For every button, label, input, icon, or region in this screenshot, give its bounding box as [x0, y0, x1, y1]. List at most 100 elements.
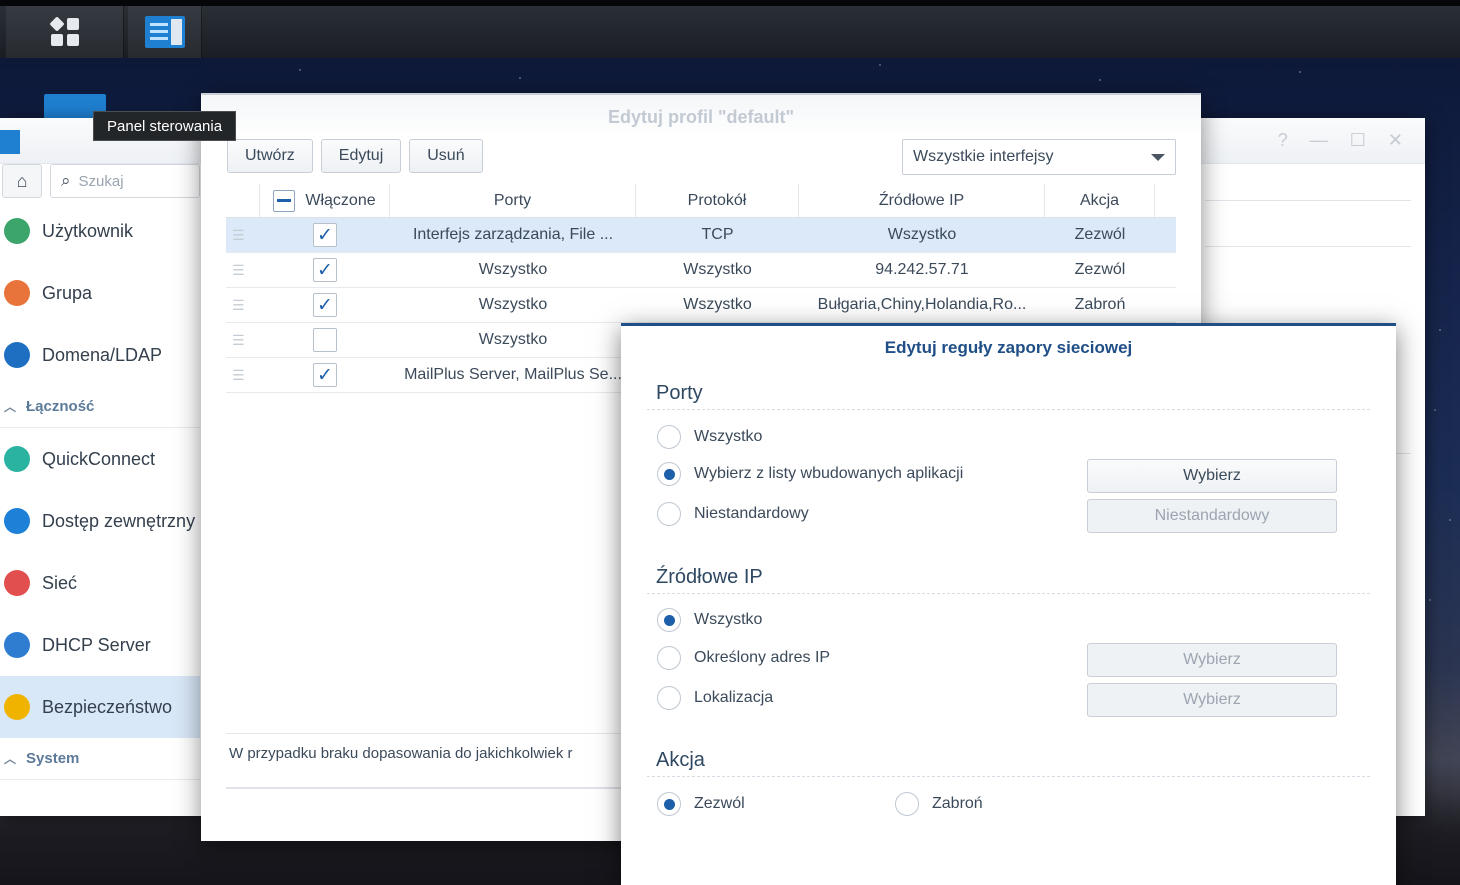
sidebar-item-label: Domena/LDAP — [42, 344, 163, 365]
column-header-protocol[interactable]: Protokół — [636, 184, 799, 217]
table-row[interactable]: ☰ ✓ Interfejs zarządzania, File ... TCP Wszy… — [226, 218, 1176, 253]
drag-handle-icon[interactable]: ☰ — [226, 297, 260, 314]
custom-ports-button[interactable]: Niestandardowy — [1087, 499, 1337, 533]
radio-button[interactable] — [657, 608, 681, 632]
protocol-cell: Wszystko — [683, 261, 752, 278]
sidebar-item-label: Bezpieczeństwo — [42, 696, 173, 717]
select-location-button[interactable]: Wybierz — [1087, 683, 1337, 717]
create-button[interactable]: Utwórz — [227, 139, 313, 173]
minimize-icon[interactable]: — — [1310, 130, 1328, 151]
drag-handle-icon[interactable]: ☰ — [226, 262, 260, 279]
drag-handle-icon[interactable]: ☰ — [226, 332, 260, 349]
sidebar-item[interactable]: Sieć — [0, 552, 200, 614]
enabled-checkbox[interactable]: ✓ — [313, 223, 337, 247]
select-ip-button[interactable]: Wybierz — [1087, 643, 1337, 677]
control-panel-sidebar: Użytkownik Grupa Domena/LDAP ︿ Łączność Quick… — [0, 200, 200, 780]
taskbar-control-panel-button[interactable] — [128, 6, 202, 58]
radio-button[interactable] — [657, 425, 681, 449]
interface-select-value: Wszystkie interfejsy — [913, 148, 1054, 165]
drag-handle-icon[interactable]: ☰ — [226, 227, 260, 244]
group-icon — [4, 280, 30, 306]
chevron-up-icon: ︿ — [4, 400, 17, 414]
section-heading: Akcja — [656, 749, 705, 771]
section-ports: Porty — [647, 372, 1370, 410]
radio-action-allow[interactable]: Zezwól — [657, 792, 745, 816]
control-panel-icon — [144, 16, 185, 48]
control-panel-toolbar: ⌂ ⌕ Szukaj — [0, 164, 200, 200]
radio-button[interactable] — [657, 462, 681, 486]
action-cell: Zezwól — [1074, 226, 1126, 243]
radio-ports-builtin[interactable]: Wybierz z listy wbudowanych aplikacji — [657, 462, 963, 486]
select-all-checkbox[interactable] — [273, 189, 296, 212]
ports-cell: Wszystko — [478, 331, 548, 348]
radio-label: Niestandardowy — [694, 505, 809, 522]
tooltip: Panel sterowania — [93, 111, 237, 141]
action-cell: Zezwól — [1074, 261, 1126, 278]
protocol-cell: Wszystko — [683, 296, 752, 313]
column-header-ports[interactable]: Porty — [390, 184, 636, 217]
source-ip-cell: Bułgaria,Chiny,Holandia,Ro... — [817, 296, 1027, 313]
interface-select[interactable]: Wszystkie interfejsy — [902, 139, 1176, 175]
sidebar-item[interactable]: Użytkownik — [0, 200, 200, 262]
enabled-checkbox[interactable]: ✓ — [313, 293, 337, 317]
radio-ip-all[interactable]: Wszystko — [657, 608, 762, 632]
home-icon: ⌂ — [16, 170, 28, 191]
globe-icon — [4, 508, 30, 534]
close-icon[interactable]: ✕ — [1388, 130, 1403, 151]
radio-button[interactable] — [657, 792, 681, 816]
sidebar-item[interactable]: DHCP Server — [0, 614, 200, 676]
search-placeholder: Szukaj — [78, 172, 124, 190]
grid-icon — [48, 16, 79, 46]
dialog-title: Edytuj reguły zapory sieciowej — [884, 338, 1133, 357]
section-action: Akcja — [647, 739, 1370, 777]
radio-button[interactable] — [657, 502, 681, 526]
sidebar-group-header[interactable]: ︿ System — [0, 738, 200, 780]
ports-cell: MailPlus Server, MailPlus Se... — [404, 366, 622, 383]
enabled-checkbox[interactable] — [313, 328, 337, 352]
radio-label: Wszystko — [694, 611, 763, 628]
sidebar-group-label: System — [26, 750, 80, 767]
default-action-note: W przypadku braku dopasowania do jakichk… — [229, 745, 573, 762]
enabled-checkbox[interactable]: ✓ — [313, 363, 337, 387]
column-header-action[interactable]: Akcja — [1045, 184, 1155, 217]
main-menu-button[interactable] — [6, 6, 124, 58]
sidebar-item[interactable]: Domena/LDAP — [0, 324, 200, 386]
radio-ports-all[interactable]: Wszystko — [657, 425, 762, 449]
column-header-handle — [226, 184, 260, 217]
table-row[interactable]: ☰ ✓ Wszystko Wszystko Bułgaria,Chiny,Holandi… — [226, 288, 1176, 323]
sidebar-item-label: Dostęp zewnętrzny — [42, 510, 196, 531]
column-label: Włączone — [305, 191, 376, 209]
radio-ip-specific[interactable]: Określony adres IP — [657, 646, 830, 670]
radio-button[interactable] — [657, 646, 681, 670]
column-header-enabled[interactable]: Włączone — [260, 184, 390, 217]
search-icon: ⌕ — [61, 171, 71, 190]
maximize-icon[interactable]: ☐ — [1350, 130, 1366, 151]
table-row[interactable]: ☰ ✓ Wszystko Wszystko 94.242.57.71 Zezwól — [226, 253, 1176, 288]
action-cell: Zabroń — [1074, 296, 1126, 313]
radio-ports-custom[interactable]: Niestandardowy — [657, 502, 809, 526]
sidebar-item[interactable]: QuickConnect — [0, 428, 200, 490]
enabled-checkbox[interactable]: ✓ — [313, 258, 337, 282]
search-input[interactable]: ⌕ Szukaj — [50, 164, 200, 198]
radio-button[interactable] — [895, 792, 919, 816]
delete-button[interactable]: Usuń — [409, 139, 483, 173]
sidebar-item-label: Sieć — [42, 572, 78, 593]
sidebar-group-header[interactable]: ︿ Łączność — [0, 386, 200, 428]
column-header-source-ip[interactable]: Źródłowe IP — [799, 184, 1045, 217]
radio-ip-location[interactable]: Lokalizacja — [657, 686, 773, 710]
sidebar-item[interactable]: Bezpieczeństwo — [0, 676, 200, 738]
enabled-cell: ✓ — [260, 258, 390, 282]
sidebar-item[interactable]: Dostęp zewnętrzny — [0, 490, 200, 552]
drag-handle-icon[interactable]: ☰ — [226, 367, 260, 384]
radio-action-deny[interactable]: Zabroń — [895, 792, 983, 816]
table-header: Włączone Porty Protokół Źródłowe IP Akcj… — [226, 184, 1176, 218]
protocol-cell: TCP — [701, 226, 734, 243]
edit-button[interactable]: Edytuj — [320, 139, 402, 173]
ports-cell: Interfejs zarządzania, File ... — [412, 226, 614, 243]
help-icon[interactable]: ? — [1278, 130, 1288, 151]
select-app-button[interactable]: Wybierz — [1087, 459, 1337, 493]
radio-button[interactable] — [657, 686, 681, 710]
sidebar-item[interactable]: Grupa — [0, 262, 200, 324]
dhcp-icon — [4, 632, 30, 658]
home-button[interactable]: ⌂ — [2, 164, 42, 198]
